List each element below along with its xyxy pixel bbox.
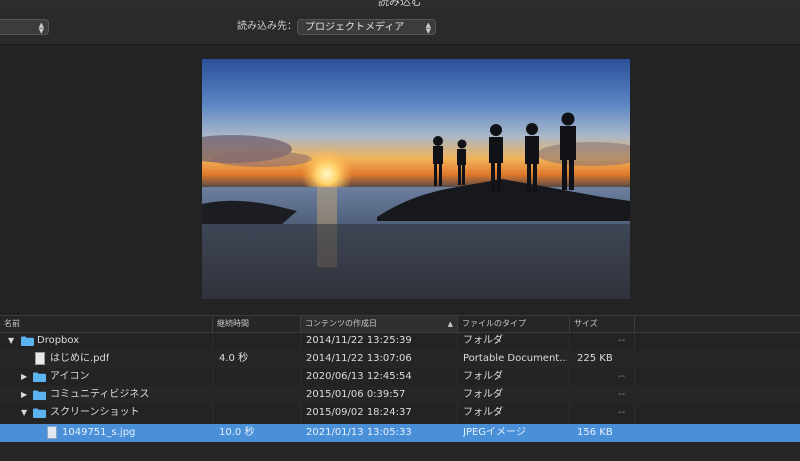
column-header-name[interactable]: 名前 — [0, 316, 212, 332]
table-row[interactable]: ▶ アイコン 2020/06/13 12:45:54 フォルダ -- — [0, 368, 800, 386]
row-file-type: フォルダ — [463, 371, 503, 382]
disclosure-triangle-right-icon[interactable]: ▶ — [21, 386, 27, 404]
disclosure-triangle-down-icon[interactable]: ▼ — [8, 332, 14, 350]
row-size: 156 KB — [577, 427, 613, 438]
row-size: -- — [618, 389, 626, 400]
sort-ascending-icon: ▲ — [447, 320, 453, 328]
row-created-date: 2015/09/02 18:24:37 — [306, 407, 412, 418]
table-row[interactable]: ▼ Dropbox 2014/11/22 13:25:39 フォルダ -- — [0, 332, 800, 350]
table-row-selected[interactable]: 1049751_s.jpg 10.0 秒 2021/01/13 13:05:33… — [0, 424, 800, 442]
row-created-date: 2014/11/22 13:07:06 — [306, 353, 412, 364]
column-header-created-date-label: コンテンツの作成日 — [305, 319, 377, 328]
preview-image — [202, 59, 630, 299]
table-row[interactable]: ▼ スクリーンショット 2015/09/02 18:24:37 フォルダ -- — [0, 404, 800, 422]
row-file-type: フォルダ — [463, 407, 503, 418]
row-duration: 10.0 秒 — [219, 427, 255, 438]
row-created-date: 2014/11/22 13:25:39 — [306, 335, 412, 346]
window-title: 読み込む — [378, 0, 422, 8]
row-name: 1049751_s.jpg — [62, 427, 136, 438]
folder-icon — [33, 372, 46, 382]
row-size: -- — [618, 371, 626, 382]
pdf-file-icon — [35, 352, 45, 365]
destination-label: 読み込み先： — [237, 21, 297, 32]
folder-icon — [33, 390, 46, 400]
popup-arrows-icon: ▲ ▼ — [38, 21, 44, 35]
table-row[interactable]: はじめに.pdf 4.0 秒 2014/11/22 13:07:06 Porta… — [0, 350, 800, 368]
popup-arrows-icon: ▲ ▼ — [425, 21, 431, 35]
row-created-date: 2021/01/13 13:05:33 — [306, 427, 412, 438]
table-row[interactable]: ▶ コミュニティビジネス 2015/01/06 0:39:57 フォルダ -- — [0, 386, 800, 404]
row-file-type: Portable Document... — [463, 353, 567, 364]
file-list: ▼ Dropbox 2014/11/22 13:25:39 フォルダ -- はじ… — [0, 332, 800, 461]
import-toolbar: ▲ ▼ 読み込み先： プロジェクトメディア ▲ ▼ — [0, 10, 800, 45]
file-list-header: 名前 継続時間 コンテンツの作成日 ▲ ファイルのタイプ サイズ — [0, 315, 800, 333]
column-header-file-type[interactable]: ファイルのタイプ — [457, 316, 569, 332]
row-name: Dropbox — [37, 335, 80, 346]
row-size: 225 KB — [577, 353, 613, 364]
row-created-date: 2015/01/06 0:39:57 — [306, 389, 406, 400]
row-name: スクリーンショット — [50, 407, 140, 418]
row-size: -- — [618, 335, 626, 346]
row-size: -- — [618, 407, 626, 418]
destination-popup[interactable]: プロジェクトメディア ▲ ▼ — [297, 19, 436, 35]
row-created-date: 2020/06/13 12:45:54 — [306, 371, 412, 382]
preview-area — [0, 45, 800, 315]
table-row-partial[interactable] — [0, 443, 800, 461]
column-header-duration[interactable]: 継続時間 — [212, 316, 300, 332]
row-file-type: JPEGイメージ — [463, 427, 526, 438]
column-header-created-date[interactable]: コンテンツの作成日 ▲ — [300, 316, 457, 332]
row-duration: 4.0 秒 — [219, 353, 249, 364]
jpeg-file-icon — [47, 426, 57, 439]
folder-icon — [33, 408, 46, 418]
disclosure-triangle-right-icon[interactable]: ▶ — [21, 368, 27, 386]
row-file-type: フォルダ — [463, 389, 503, 400]
row-name: アイコン — [50, 371, 90, 382]
row-name: コミュニティビジネス — [50, 389, 150, 400]
row-name: はじめに.pdf — [50, 353, 110, 364]
source-popup[interactable]: ▲ ▼ — [0, 19, 49, 35]
window-titlebar: 読み込む — [0, 0, 800, 10]
destination-popup-value: プロジェクトメディア — [305, 22, 405, 33]
column-header-filler — [634, 316, 800, 332]
disclosure-triangle-down-icon[interactable]: ▼ — [21, 404, 27, 422]
row-file-type: フォルダ — [463, 335, 503, 346]
folder-icon — [21, 336, 34, 346]
column-header-size[interactable]: サイズ — [569, 316, 634, 332]
